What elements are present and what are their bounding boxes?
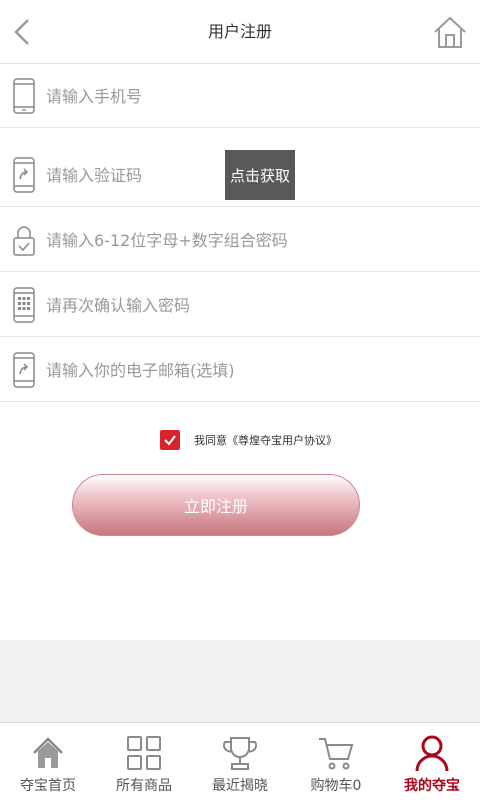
header: 用户注册	[0, 0, 480, 64]
tab-label: 所有商品	[116, 778, 172, 794]
phone-keypad-icon	[13, 287, 35, 323]
tab-label: 我的夺宝	[404, 778, 460, 794]
verify-code-row: 点击获取	[0, 143, 480, 207]
password-input[interactable]	[46, 222, 466, 258]
confirm-password-row	[0, 273, 480, 337]
agreement: 我同意《尊煌夺宝用户协议》	[160, 428, 337, 452]
tab-all-products[interactable]: 所有商品	[96, 723, 192, 800]
phone-row	[0, 64, 480, 128]
tab-recent-results[interactable]: 最近揭晓	[192, 723, 288, 800]
phone-icon	[13, 78, 35, 114]
phone-share-icon	[13, 352, 35, 388]
tab-home[interactable]: 夺宝首页	[0, 723, 96, 800]
register-button[interactable]: 立即注册	[72, 474, 360, 536]
lock-icon	[13, 226, 35, 256]
get-code-button[interactable]: 点击获取	[225, 150, 295, 200]
agreement-text[interactable]: 我同意《尊煌夺宝用户协议》	[194, 432, 337, 448]
password-row	[0, 208, 480, 272]
email-row	[0, 338, 480, 402]
tab-my-account[interactable]: 我的夺宝	[384, 723, 480, 800]
tab-cart[interactable]: 购物车0	[288, 723, 384, 800]
tab-label: 最近揭晓	[212, 778, 268, 794]
agreement-checkbox[interactable]	[160, 430, 180, 450]
grid-icon	[127, 736, 161, 770]
phone-input[interactable]	[46, 78, 466, 114]
registration-form: 点击获取	[0, 64, 480, 640]
tab-label: 夺宝首页	[20, 778, 76, 794]
home-icon[interactable]	[432, 14, 468, 50]
page-title: 用户注册	[207, 22, 272, 41]
verify-code-input[interactable]	[46, 157, 216, 193]
bottom-tab-bar: 夺宝首页 所有商品 最近揭晓 购物车0 我的夺宝	[0, 722, 480, 800]
tab-label: 购物车0	[310, 778, 362, 794]
email-input[interactable]	[46, 352, 466, 388]
trophy-icon	[222, 737, 258, 770]
phone-share-icon	[13, 157, 35, 193]
home-icon	[33, 737, 63, 768]
check-icon	[164, 435, 176, 446]
cart-icon	[319, 738, 354, 770]
confirm-password-input[interactable]	[46, 287, 466, 323]
user-icon	[415, 735, 449, 772]
